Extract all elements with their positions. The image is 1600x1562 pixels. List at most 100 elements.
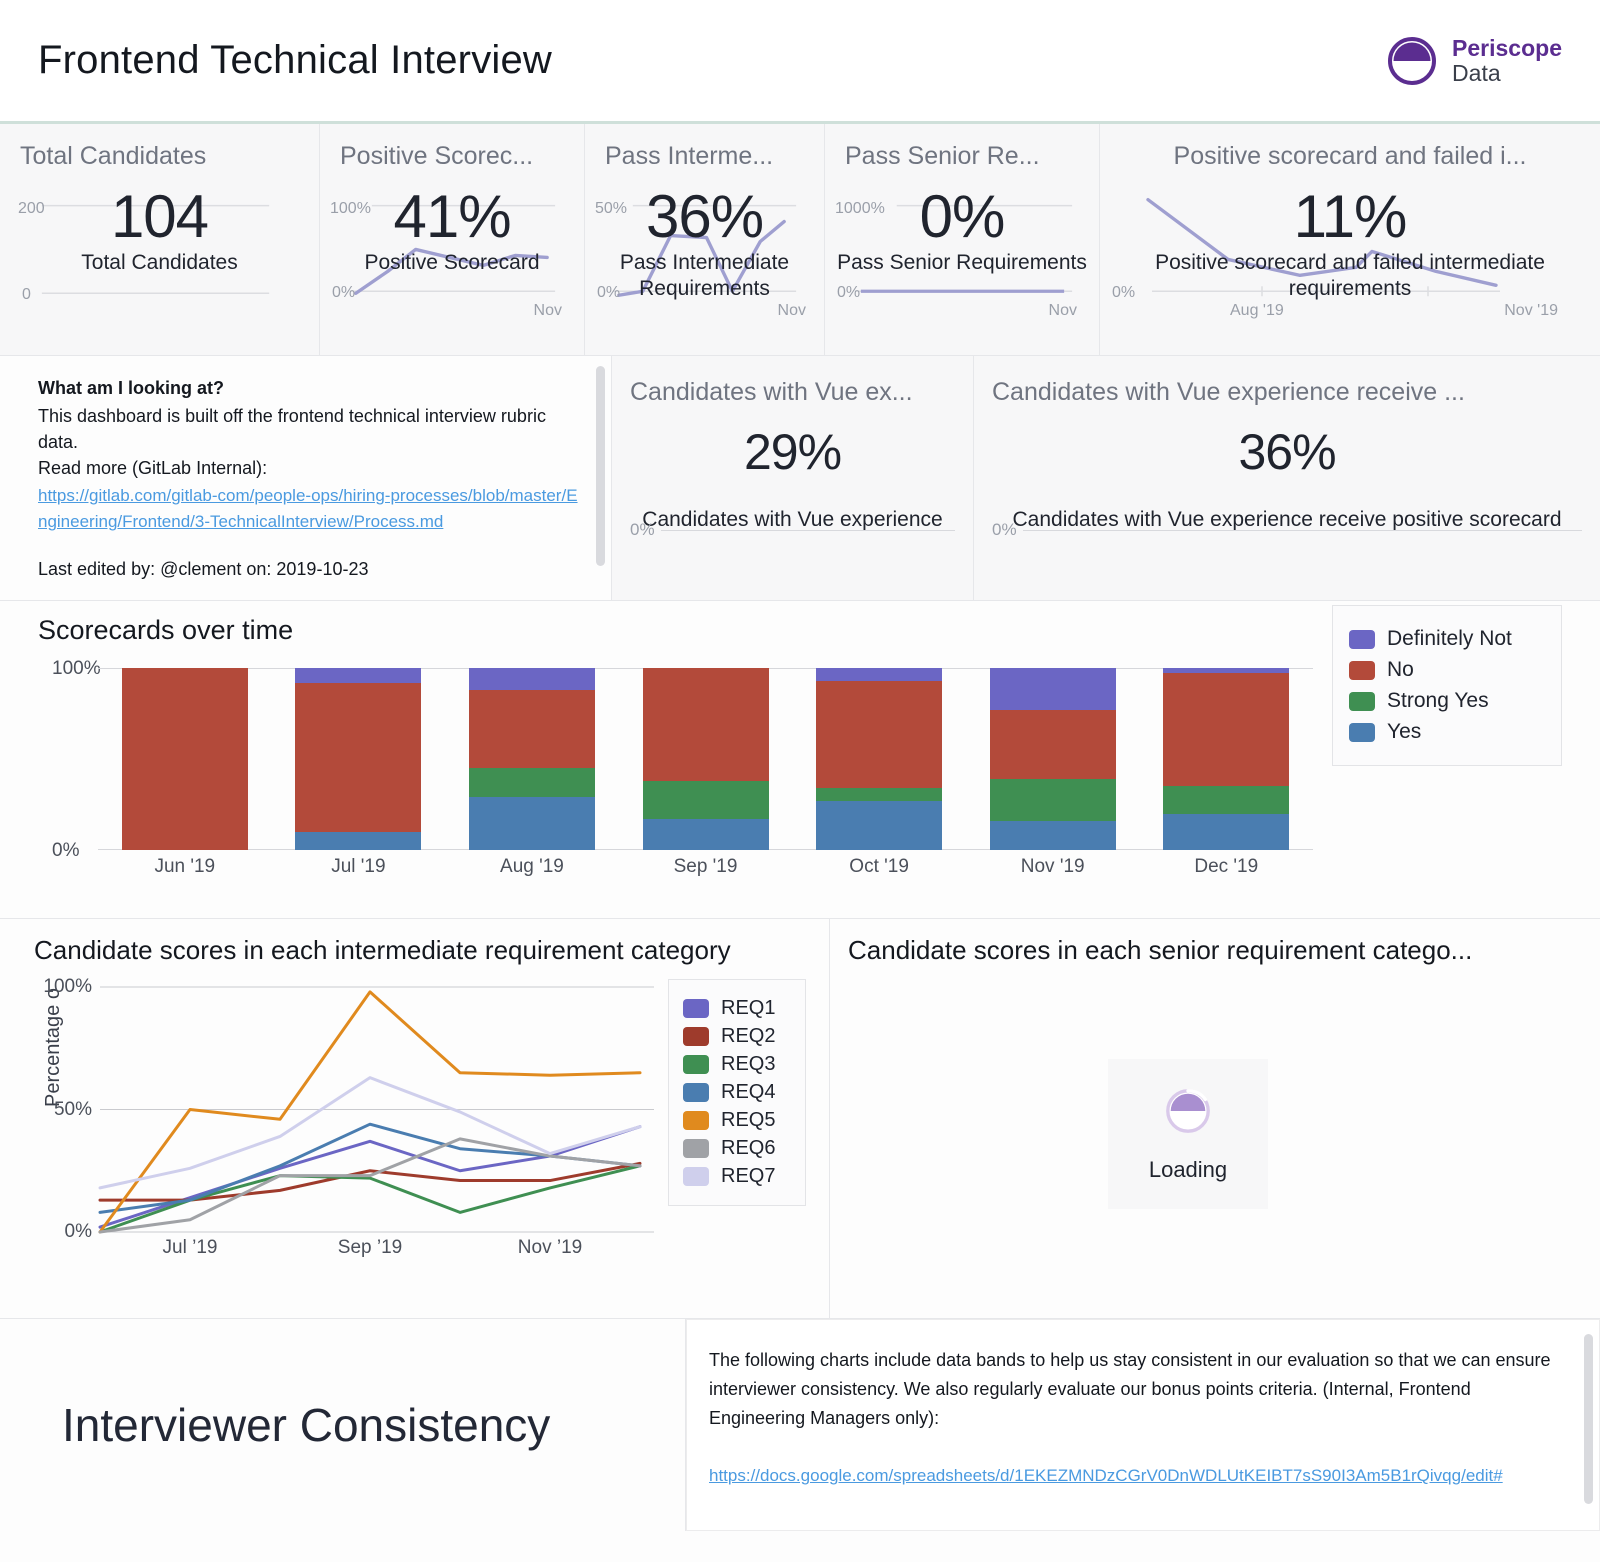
bar-segment[interactable] [468, 768, 595, 798]
legend-swatch [683, 1083, 709, 1102]
bar-segment[interactable] [989, 709, 1116, 780]
footer-spreadsheet-link[interactable]: https://docs.google.com/spreadsheets/d/1… [709, 1466, 1559, 1486]
y-tick-100: 100% [52, 658, 101, 679]
info-and-vue-row: What am I looking at? This dashboard is … [0, 356, 1600, 601]
legend-item[interactable]: REQ7 [683, 1165, 791, 1188]
kpi-subtitle: Positive scorecard and failed intermedia… [1155, 251, 1545, 300]
legend-swatch [1349, 691, 1375, 711]
line-series[interactable] [100, 992, 640, 1232]
scorecards-plot-area [98, 668, 1313, 850]
bar-segment[interactable] [295, 682, 422, 832]
bar-segment[interactable] [642, 819, 769, 850]
kpi-subtitle: Pass Senior Requirements [837, 251, 1087, 274]
kpi-subtitle: Pass Intermediate Requirements [619, 251, 790, 300]
kpi-vue-positive-scorecard[interactable]: Candidates with Vue experience receive .… [974, 356, 1600, 600]
bar-segment[interactable] [121, 668, 248, 850]
bar-segment[interactable] [468, 689, 595, 769]
kpi-row: Total Candidates 200 0 104 Total Candida… [0, 124, 1600, 356]
line-plot-area: 100% 50% 0% [43, 976, 640, 1242]
senior-requirements-panel[interactable]: Candidate scores in each senior requirem… [830, 919, 1600, 1318]
kpi-value: 36% [1238, 424, 1336, 480]
kpi-value: 104 [110, 183, 209, 250]
intermediate-requirements-panel[interactable]: Candidate scores in each intermediate re… [0, 919, 830, 1318]
kpi-axis-right: Nov [777, 302, 806, 319]
legend-item[interactable]: Definitely Not [1349, 627, 1545, 651]
y-axis-tick: 0% [64, 1221, 92, 1242]
bar-group[interactable] [445, 668, 619, 850]
bar-group[interactable] [1139, 668, 1313, 850]
legend-label: REQ6 [721, 1137, 776, 1159]
kpi-positive-failed-intermediate[interactable]: Positive scorecard and failed i... 0% Au… [1100, 124, 1600, 356]
bar-group[interactable] [619, 668, 793, 850]
legend-swatch [683, 1139, 709, 1158]
legend-swatch [683, 1027, 709, 1046]
legend-item[interactable]: REQ3 [683, 1053, 791, 1076]
kpi-value: 0% [919, 183, 1006, 250]
kpi-candidates-with-vue[interactable]: Candidates with Vue ex... 29% Candidates… [612, 356, 974, 600]
kpi-axis-bottom: 0% [837, 284, 861, 301]
kpi-axis-tick-aug: Aug '19 [1230, 302, 1284, 319]
kpi-value: 36% [645, 183, 764, 250]
bar-segment[interactable] [816, 800, 943, 850]
stacked-bars [98, 668, 1313, 850]
kpi-positive-scorecard[interactable]: Positive Scorec... 100% 0% Nov 41% Posit… [320, 124, 585, 356]
kpi-pass-senior[interactable]: Pass Senior Re... 1000% 0% Nov 0% Pass S… [825, 124, 1100, 356]
kpi-axis-bottom: 0 [22, 286, 31, 303]
requirements-legend: REQ1 REQ2 REQ3 REQ4 REQ5 REQ6 REQ7 [668, 979, 806, 1206]
legend-item[interactable]: Strong Yes [1349, 689, 1545, 713]
legend-swatch [683, 999, 709, 1018]
bar-segment[interactable] [1163, 673, 1290, 787]
page-title: Frontend Technical Interview [38, 38, 553, 82]
panel-title: Candidate scores in each intermediate re… [34, 935, 731, 965]
legend-item[interactable]: REQ1 [683, 997, 791, 1020]
footer-scrollbar[interactable] [1584, 1334, 1593, 1504]
kpi-axis: 0% [630, 520, 955, 540]
bar-segment[interactable] [1163, 813, 1290, 850]
bar-segment[interactable] [1163, 786, 1290, 814]
info-scrollbar[interactable] [596, 366, 605, 566]
x-axis-tick: Sep ’19 [337, 1237, 403, 1258]
kpi-title: Candidates with Vue experience receive .… [992, 378, 1465, 406]
legend-swatch [1349, 660, 1375, 680]
x-axis-tick: Nov ’19 [517, 1237, 583, 1258]
section-heading: Interviewer Consistency [62, 1399, 551, 1451]
legend-label: No [1387, 658, 1414, 681]
legend-item[interactable]: REQ6 [683, 1137, 791, 1160]
lower-charts-row: Candidate scores in each intermediate re… [0, 919, 1600, 1319]
info-process-link[interactable]: https://gitlab.com/gitlab-com/people-ops… [38, 483, 585, 535]
kpi-pass-intermediate[interactable]: Pass Interme... 50% 0% Nov 36% Pass Inte… [585, 124, 825, 356]
bar-segment[interactable] [642, 668, 769, 781]
legend-item[interactable]: Yes [1349, 720, 1545, 744]
bar-segment[interactable] [642, 780, 769, 820]
info-paragraph: This dashboard is built off the frontend… [38, 406, 546, 453]
footer-row: Interviewer Consistency The following ch… [0, 1319, 1600, 1531]
legend-swatch [683, 1111, 709, 1130]
info-text-tile: What am I looking at? This dashboard is … [0, 356, 612, 601]
bar-group[interactable] [792, 668, 966, 850]
legend-item[interactable]: REQ5 [683, 1109, 791, 1132]
legend-item[interactable]: REQ4 [683, 1081, 791, 1104]
info-heading: What am I looking at? [38, 378, 225, 398]
bar-group[interactable] [272, 668, 446, 850]
x-axis-tick: Oct '19 [849, 856, 909, 877]
bar-segment[interactable] [989, 668, 1116, 710]
legend-item[interactable]: REQ2 [683, 1025, 791, 1048]
legend-item[interactable]: No [1349, 658, 1545, 682]
bar-group[interactable] [98, 668, 272, 850]
bar-segment[interactable] [989, 779, 1116, 821]
bar-segment[interactable] [989, 820, 1116, 850]
scorecards-over-time-panel[interactable]: Scorecards over time 100% 0% Jun '19 Jul … [0, 601, 1600, 919]
brand-name-line2: Data [1452, 59, 1501, 86]
bar-segment[interactable] [468, 797, 595, 850]
bar-segment[interactable] [468, 668, 595, 690]
bar-segment[interactable] [816, 680, 943, 789]
kpi-total-candidates[interactable]: Total Candidates 200 0 104 Total Candida… [0, 124, 320, 356]
kpi-value: 29% [743, 424, 842, 480]
x-axis-tick: Dec '19 [1194, 856, 1259, 877]
bar-segment[interactable] [295, 831, 422, 850]
bar-segment[interactable] [816, 788, 943, 801]
bar-segment[interactable] [295, 668, 422, 683]
footer-paragraph: The following charts include data bands … [709, 1350, 1551, 1428]
bar-group[interactable] [966, 668, 1140, 850]
bar-segment[interactable] [816, 668, 943, 681]
